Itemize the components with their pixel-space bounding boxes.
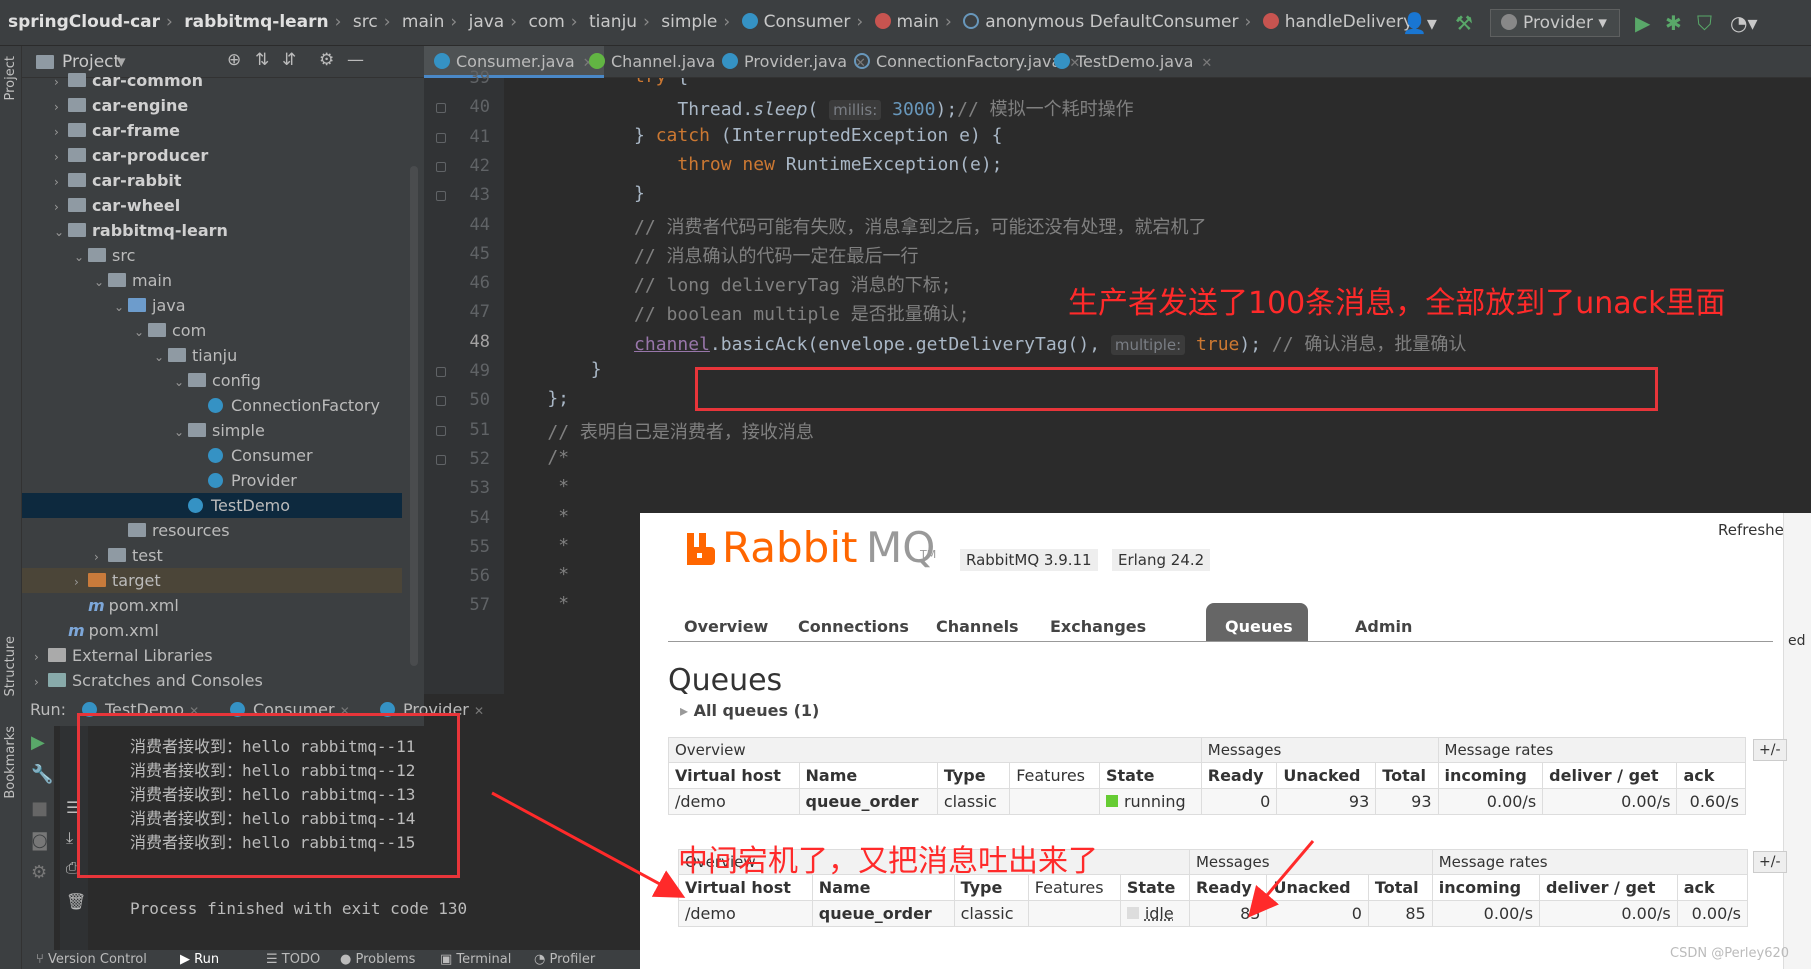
arrow-to-ready-cell [1248,840,1315,918]
annotation-arrows [491,791,1315,918]
arrow-console-to-table [491,791,686,898]
